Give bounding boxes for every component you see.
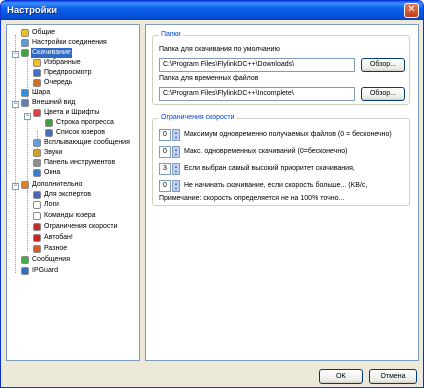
temp-folder-label: Папка для временных файлов [159,75,259,82]
preview-icon [33,69,41,77]
user-list-icon [45,129,53,137]
tree-item-preview[interactable]: Предпросмотр [33,68,92,78]
title-bar: Настройки ✕ [1,1,423,20]
speed-limits-group: Ограничения скорости 0 ▲ ▼ Максимум однов… [152,113,410,206]
tree-item-sounds[interactable]: Звуки [33,148,63,158]
ipguard-icon [21,267,29,275]
tree-item-queue[interactable]: Очередь [33,78,73,88]
temp-folder-browse-button[interactable]: Обзор... [361,87,405,101]
speed-threshold-label: Не начинать скачивание, если скорость бо… [184,182,368,189]
expand-toggle-colors[interactable]: − [24,113,31,120]
colors-fonts-icon [33,109,41,117]
max-files-spinner[interactable]: ▲ ▼ [172,129,180,141]
tree-item-share[interactable]: Шара [21,88,51,98]
connection-icon [21,39,29,47]
ok-button[interactable]: OK [319,369,363,384]
queue-icon [33,79,41,87]
speed-limit-icon [33,223,41,231]
max-downloads-spinner[interactable]: ▲ ▼ [172,146,180,158]
temp-folder-input[interactable]: C:\Program Files\FlylinkDC++\Incomplete\ [159,87,355,101]
tree-item-toolbar[interactable]: Панель инструментов [33,158,116,168]
expand-toggle-appearance[interactable]: − [12,101,19,108]
tree-item-advanced[interactable]: Дополнительно [21,180,83,190]
tree-item-messages[interactable]: Сообщения [21,255,71,265]
settings-window: Настройки ✕ − − − − Общие Настройки соед… [0,0,424,388]
tree-item-favorites[interactable]: Избранные [33,58,82,68]
tree-item-windows[interactable]: Окна [33,168,61,178]
default-folder-input[interactable]: C:\Program Files\FlylinkDC++\Downloads\ [159,58,355,72]
folders-group: Папки Папка для скачивания по умолчанию … [152,30,410,105]
messages-icon [21,256,29,264]
expand-toggle-download[interactable]: − [12,51,19,58]
settings-tree[interactable]: − − − − Общие Настройки соединения Скачи… [6,24,140,361]
tree-item-speed-limits[interactable]: Ограничения скорости [33,222,119,232]
experts-icon [33,191,41,199]
download-icon [21,49,29,57]
popup-icon [33,139,41,147]
tree-item-popups[interactable]: Всплывающие сообщения [33,138,131,148]
default-folder-label: Папка для скачивания по умолчанию [159,46,280,53]
max-downloads-label: Макс. одновременных скачиваний (0=бескон… [184,148,348,155]
cancel-button[interactable]: Отмена [369,369,417,384]
max-files-input[interactable]: 0 [159,129,171,141]
window-title: Настройки [7,5,58,16]
folders-group-title: Папки [159,30,183,40]
advanced-icon [21,181,29,189]
max-downloads-input[interactable]: 0 [159,146,171,158]
tree-item-general[interactable]: Общие [21,28,56,38]
sounds-icon [33,149,41,157]
tree-item-misc[interactable]: Разное [33,244,68,254]
share-icon [21,89,29,97]
default-folder-browse-button[interactable]: Обзор... [361,58,405,72]
user-commands-icon [33,212,41,220]
close-button[interactable]: ✕ [404,3,419,18]
tree-item-colors-fonts[interactable]: Цвета и Шрифты [33,108,100,118]
tree-item-connection[interactable]: Настройки соединения [21,38,108,48]
speed-group-title: Ограничения скорости [159,113,237,123]
tree-item-ipguard[interactable]: IPGuard [21,266,59,276]
tree-item-progress-bar[interactable]: Строка прогресса [45,118,115,128]
speed-threshold-spinner[interactable]: ▲ ▼ [172,180,180,192]
tree-item-user-commands[interactable]: Команды юзера [33,211,97,221]
tree-item-appearance[interactable]: Внешний вид [21,98,76,108]
highest-priority-input[interactable]: 3 [159,163,171,175]
tree-item-logs[interactable]: Логи [33,200,60,210]
progress-bar-icon [45,119,53,127]
appearance-icon [21,99,29,107]
highest-priority-spinner[interactable]: ▲ ▼ [172,163,180,175]
speed-threshold-input[interactable]: 0 [159,180,171,192]
tree-item-autoban[interactable]: Автобан! [33,233,74,243]
autoban-icon [33,234,41,242]
highest-priority-label: Если выбран самый высокий приоритет скач… [184,165,355,172]
logs-icon [33,201,41,209]
windows-icon [33,169,41,177]
general-icon [21,29,29,37]
toolbar-icon [33,159,41,167]
expand-toggle-advanced[interactable]: − [12,183,19,190]
speed-note: Примечание: скорость определяется не на … [159,195,345,202]
max-files-label: Максимум одновременно получаемых файлов … [184,131,392,138]
tree-item-experts[interactable]: Для экспертов [33,190,92,200]
tree-item-user-list[interactable]: Список юзеров [45,128,106,138]
favorites-icon [33,59,41,67]
misc-icon [33,245,41,253]
settings-panel: Папки Папка для скачивания по умолчанию … [145,24,419,361]
tree-item-download[interactable]: Скачивание [21,48,72,58]
